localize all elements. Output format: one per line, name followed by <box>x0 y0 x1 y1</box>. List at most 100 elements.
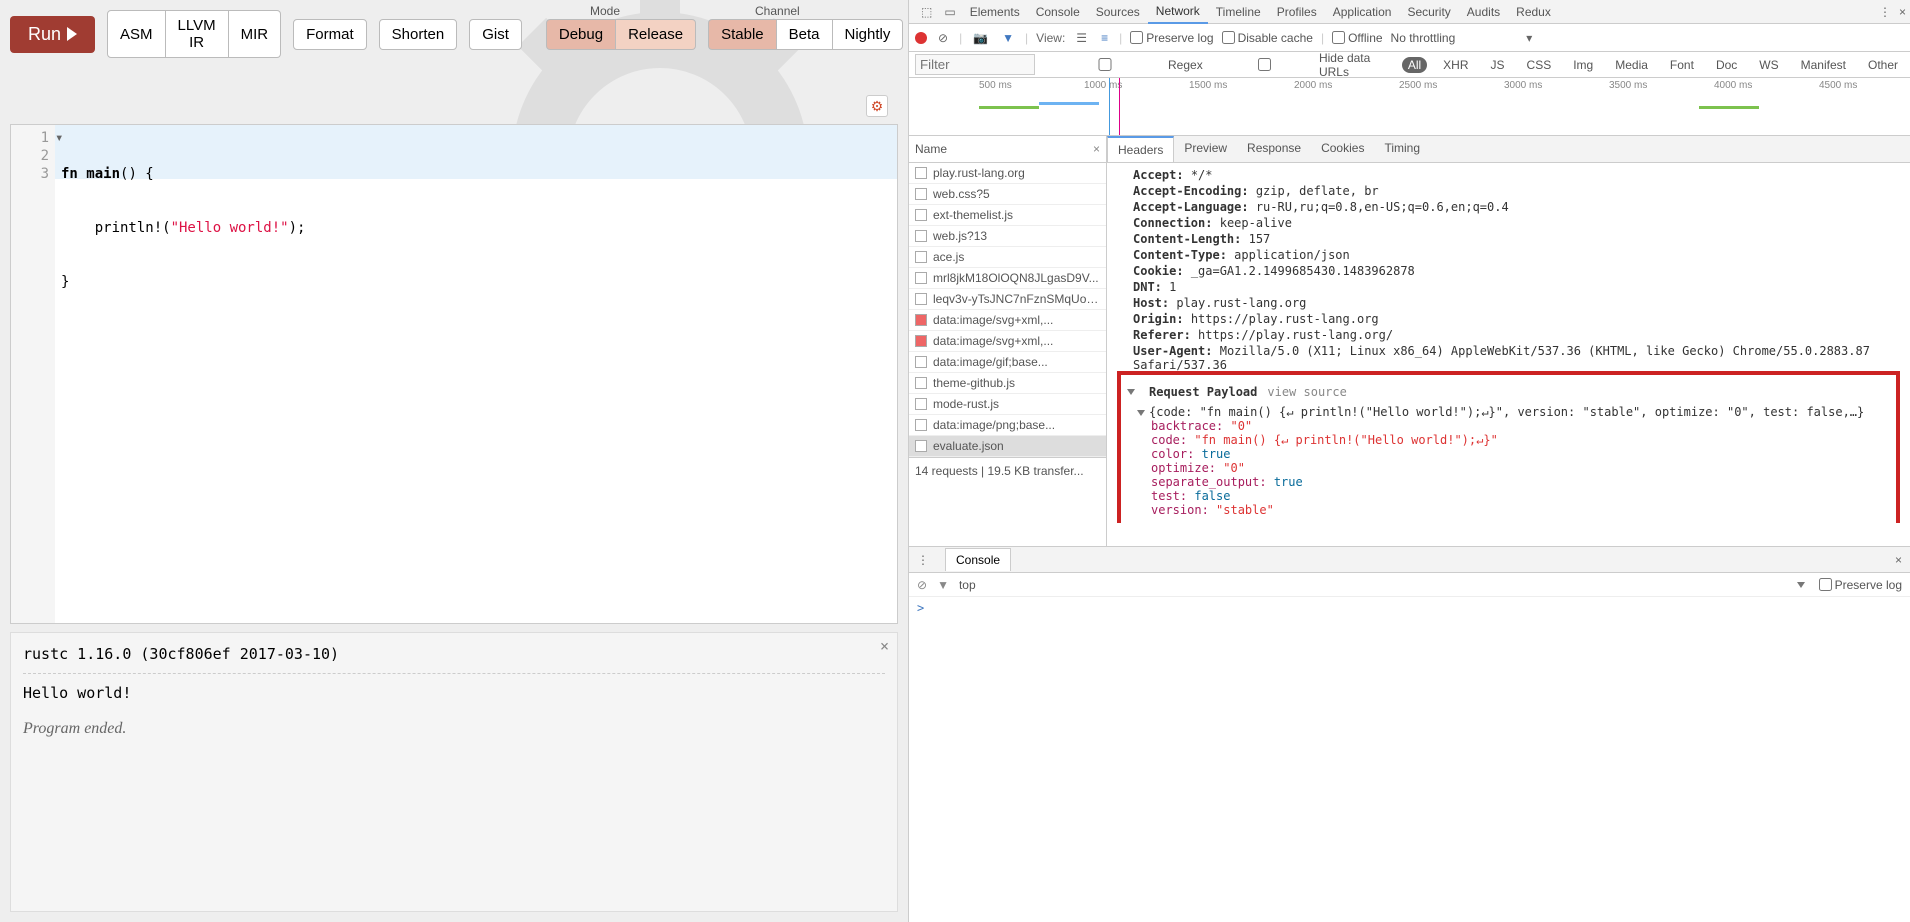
hide-data-urls-checkbox[interactable]: Hide data URLs <box>1213 51 1392 79</box>
inspect-icon[interactable]: ⬚ <box>921 5 932 19</box>
throttle-select[interactable]: No throttling <box>1391 31 1456 45</box>
filter-manifest[interactable]: Manifest <box>1795 57 1852 73</box>
offline-checkbox[interactable]: Offline <box>1332 31 1382 45</box>
preserve-log-checkbox[interactable]: Preserve log <box>1130 31 1213 45</box>
rustc-version: rustc 1.16.0 (30cf806ef 2017-03-10) <box>23 645 885 663</box>
menu-icon[interactable]: ⋮ <box>1879 5 1891 19</box>
console-prompt[interactable]: > <box>909 597 1910 619</box>
run-button[interactable]: Run <box>10 16 95 53</box>
dropdown-icon[interactable]: ▾ <box>1523 31 1535 45</box>
stable-button[interactable]: Stable <box>708 19 777 50</box>
context-select[interactable]: top <box>959 578 976 592</box>
filter-xhr[interactable]: XHR <box>1437 57 1474 73</box>
asm-button[interactable]: ASM <box>107 10 166 58</box>
regex-checkbox[interactable]: Regex <box>1045 58 1203 72</box>
view-list-icon[interactable]: ☰ <box>1073 31 1090 45</box>
console-panel: ⋮ Console × ⊘ ▼ top Preserve log > <box>909 546 1910 619</box>
beta-button[interactable]: Beta <box>777 19 833 50</box>
filter-js[interactable]: JS <box>1485 57 1511 73</box>
request-item[interactable]: play.rust-lang.org <box>909 163 1106 184</box>
timeline-bar <box>1699 106 1759 109</box>
request-item[interactable]: web.js?13 <box>909 226 1106 247</box>
request-summary: 14 requests | 19.5 KB transfer... <box>909 457 1106 484</box>
play-icon <box>67 27 77 41</box>
output-panel: × rustc 1.16.0 (30cf806ef 2017-03-10) He… <box>10 632 898 912</box>
device-icon[interactable]: ▭ <box>944 5 955 19</box>
request-item[interactable]: leqv3v-yTsJNC7nFznSMqUo0... <box>909 289 1106 310</box>
chevron-down-icon[interactable] <box>1137 410 1145 416</box>
tab-network[interactable]: Network <box>1148 0 1208 24</box>
filter-input[interactable] <box>915 54 1035 75</box>
tab-preview[interactable]: Preview <box>1174 136 1237 162</box>
filter-img[interactable]: Img <box>1567 57 1599 73</box>
tab-application[interactable]: Application <box>1325 1 1400 23</box>
debug-button[interactable]: Debug <box>546 19 616 50</box>
clear-icon[interactable]: ⊘ <box>935 31 951 45</box>
camera-icon[interactable]: 📷 <box>970 31 991 45</box>
record-icon[interactable] <box>915 32 927 44</box>
view-large-icon[interactable]: ≡ <box>1098 31 1111 45</box>
devtools-tabs: ⬚ ▭ Elements Console Sources Network Tim… <box>909 0 1910 24</box>
tab-headers[interactable]: Headers <box>1107 136 1174 162</box>
close-icon[interactable]: × <box>880 637 889 655</box>
close-icon[interactable]: × <box>1093 142 1100 156</box>
tab-timing[interactable]: Timing <box>1374 136 1430 162</box>
timeline-marker <box>1119 78 1120 135</box>
menu-icon[interactable]: ⋮ <box>909 553 937 567</box>
tab-audits[interactable]: Audits <box>1459 1 1508 23</box>
filter-css[interactable]: CSS <box>1521 57 1558 73</box>
detail-tabs: Headers Preview Response Cookies Timing <box>1107 136 1910 163</box>
mir-button[interactable]: MIR <box>229 10 282 58</box>
tab-timeline[interactable]: Timeline <box>1208 1 1269 23</box>
filter-icon[interactable]: ▼ <box>999 31 1017 45</box>
request-item[interactable]: ace.js <box>909 247 1106 268</box>
request-item[interactable]: mode-rust.js <box>909 394 1106 415</box>
gist-button[interactable]: Gist <box>469 19 522 50</box>
nightly-button[interactable]: Nightly <box>833 19 904 50</box>
preserve-log-checkbox[interactable]: Preserve log <box>1819 578 1902 592</box>
request-item[interactable]: data:image/svg+xml,... <box>909 331 1106 352</box>
timeline[interactable]: 500 ms 1000 ms 1500 ms 2000 ms 2500 ms 3… <box>909 78 1910 136</box>
filter-all[interactable]: All <box>1402 57 1427 73</box>
tab-cookies[interactable]: Cookies <box>1311 136 1374 162</box>
disable-cache-checkbox[interactable]: Disable cache <box>1222 31 1313 45</box>
release-button[interactable]: Release <box>616 19 696 50</box>
format-button[interactable]: Format <box>293 19 367 50</box>
filter-font[interactable]: Font <box>1664 57 1700 73</box>
tab-elements[interactable]: Elements <box>962 1 1028 23</box>
request-item[interactable]: web.css?5 <box>909 184 1106 205</box>
request-list: Name× play.rust-lang.org web.css?5 ext-t… <box>909 136 1107 546</box>
request-item[interactable]: ext-themelist.js <box>909 205 1106 226</box>
request-item[interactable]: data:image/png;base... <box>909 415 1106 436</box>
tab-sources[interactable]: Sources <box>1088 1 1148 23</box>
code-editor[interactable]: 123 ▾ fn main() { println!("Hello world!… <box>10 124 898 624</box>
close-icon[interactable]: × <box>1887 553 1910 567</box>
llvmir-button[interactable]: LLVM IR <box>166 10 229 58</box>
settings-icon[interactable]: ⚙ <box>866 95 888 117</box>
network-toolbar: ⊘ | 📷 ▼ | View: ☰ ≡ | Preserve log Disab… <box>909 24 1910 52</box>
filter-ws[interactable]: WS <box>1753 57 1784 73</box>
shorten-button[interactable]: Shorten <box>379 19 458 50</box>
tab-console[interactable]: Console <box>1028 1 1088 23</box>
request-item[interactable]: data:image/svg+xml,... <box>909 310 1106 331</box>
tab-profiles[interactable]: Profiles <box>1269 1 1325 23</box>
request-item[interactable]: data:image/gif;base... <box>909 352 1106 373</box>
request-item[interactable]: evaluate.json <box>909 436 1106 457</box>
name-header: Name× <box>909 136 1106 163</box>
request-item[interactable]: mrl8jkM18OlOQN8JLgasD9V... <box>909 268 1106 289</box>
view-source-link[interactable]: view source <box>1267 385 1346 399</box>
clear-icon[interactable]: ⊘ <box>917 578 927 592</box>
timeline-marker <box>1109 78 1110 135</box>
devtools-close-icon[interactable]: × <box>1899 5 1906 19</box>
filter-doc[interactable]: Doc <box>1710 57 1743 73</box>
chevron-down-icon[interactable] <box>1797 582 1805 588</box>
tab-redux[interactable]: Redux <box>1508 1 1559 23</box>
filter-icon[interactable]: ▼ <box>937 578 949 592</box>
console-tab[interactable]: Console <box>945 548 1011 571</box>
chevron-down-icon[interactable] <box>1127 389 1135 395</box>
tab-response[interactable]: Response <box>1237 136 1311 162</box>
request-item[interactable]: theme-github.js <box>909 373 1106 394</box>
tab-security[interactable]: Security <box>1399 1 1458 23</box>
filter-other[interactable]: Other <box>1862 57 1904 73</box>
filter-media[interactable]: Media <box>1609 57 1654 73</box>
